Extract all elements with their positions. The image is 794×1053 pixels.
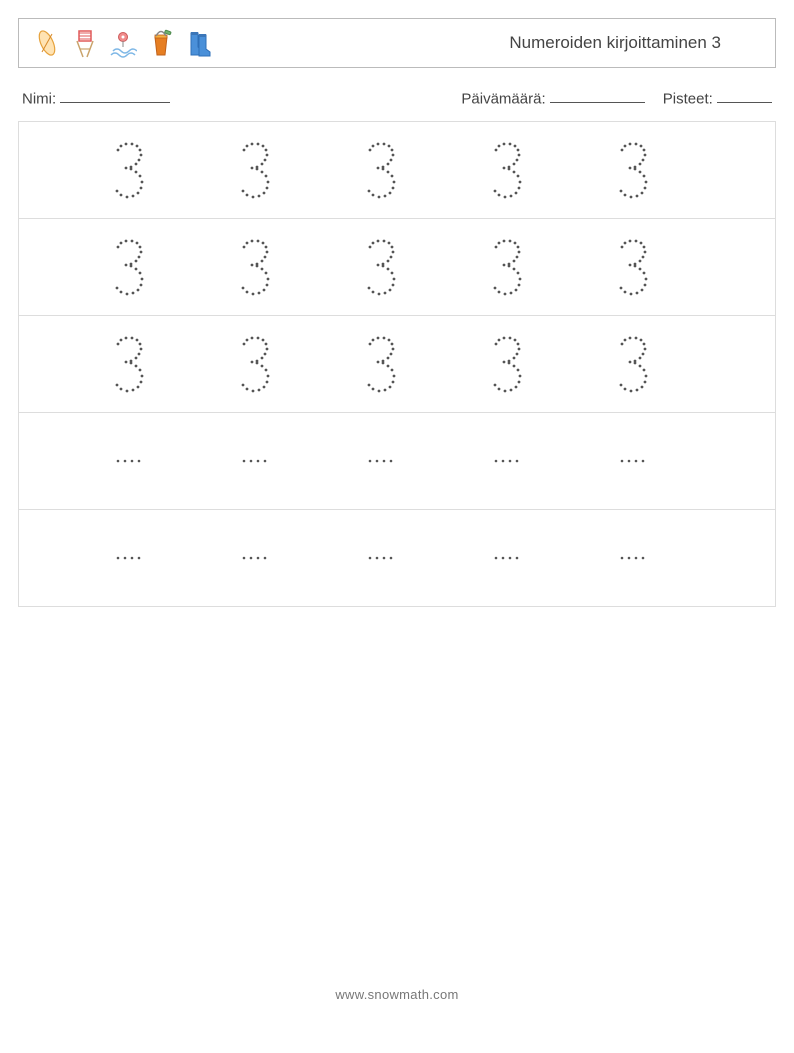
baseline-dots[interactable] <box>99 426 159 496</box>
header-icons <box>33 27 213 59</box>
baseline-dots[interactable] <box>225 523 285 593</box>
baseline-dots[interactable] <box>351 426 411 496</box>
name-field: Nimi: <box>22 88 170 107</box>
tracing-row <box>19 219 775 316</box>
tracing-grid <box>18 121 776 607</box>
score-label: Pisteet: <box>663 90 713 107</box>
traceable-numeral-3[interactable] <box>603 232 663 302</box>
traceable-numeral-3[interactable] <box>99 329 159 399</box>
traceable-numeral-3[interactable] <box>99 135 159 205</box>
baseline-dots[interactable] <box>99 523 159 593</box>
traceable-numeral-3[interactable] <box>225 135 285 205</box>
traceable-numeral-3[interactable] <box>477 135 537 205</box>
tracing-row <box>19 510 775 606</box>
traceable-numeral-3[interactable] <box>603 135 663 205</box>
name-blank[interactable] <box>60 88 170 103</box>
date-blank[interactable] <box>550 88 645 103</box>
bucket-icon <box>147 27 175 59</box>
traceable-numeral-3[interactable] <box>477 329 537 399</box>
worksheet-title: Numeroiden kirjoittaminen 3 <box>509 33 761 53</box>
traceable-numeral-3[interactable] <box>351 232 411 302</box>
fishing-float-icon <box>109 27 137 59</box>
date-field: Päivämäärä: <box>461 88 644 107</box>
traceable-numeral-3[interactable] <box>477 232 537 302</box>
chair-icon <box>71 27 99 59</box>
surfboard-icon <box>33 27 61 59</box>
traceable-numeral-3[interactable] <box>603 329 663 399</box>
baseline-dots[interactable] <box>225 426 285 496</box>
baseline-dots[interactable] <box>477 523 537 593</box>
score-field: Pisteet: <box>663 88 772 107</box>
worksheet-header: Numeroiden kirjoittaminen 3 <box>18 18 776 68</box>
score-blank[interactable] <box>717 88 772 103</box>
tracing-row <box>19 316 775 413</box>
footer-url: www.snowmath.com <box>0 987 794 1014</box>
traceable-numeral-3[interactable] <box>99 232 159 302</box>
date-label: Päivämäärä: <box>461 90 545 107</box>
traceable-numeral-3[interactable] <box>225 232 285 302</box>
baseline-dots[interactable] <box>477 426 537 496</box>
traceable-numeral-3[interactable] <box>351 135 411 205</box>
traceable-numeral-3[interactable] <box>225 329 285 399</box>
baseline-dots[interactable] <box>603 426 663 496</box>
boots-icon <box>185 27 213 59</box>
baseline-dots[interactable] <box>351 523 411 593</box>
info-line: Nimi: Päivämäärä: Pisteet: <box>22 88 772 107</box>
name-label: Nimi: <box>22 90 56 107</box>
tracing-row <box>19 122 775 219</box>
baseline-dots[interactable] <box>603 523 663 593</box>
traceable-numeral-3[interactable] <box>351 329 411 399</box>
tracing-row <box>19 413 775 510</box>
